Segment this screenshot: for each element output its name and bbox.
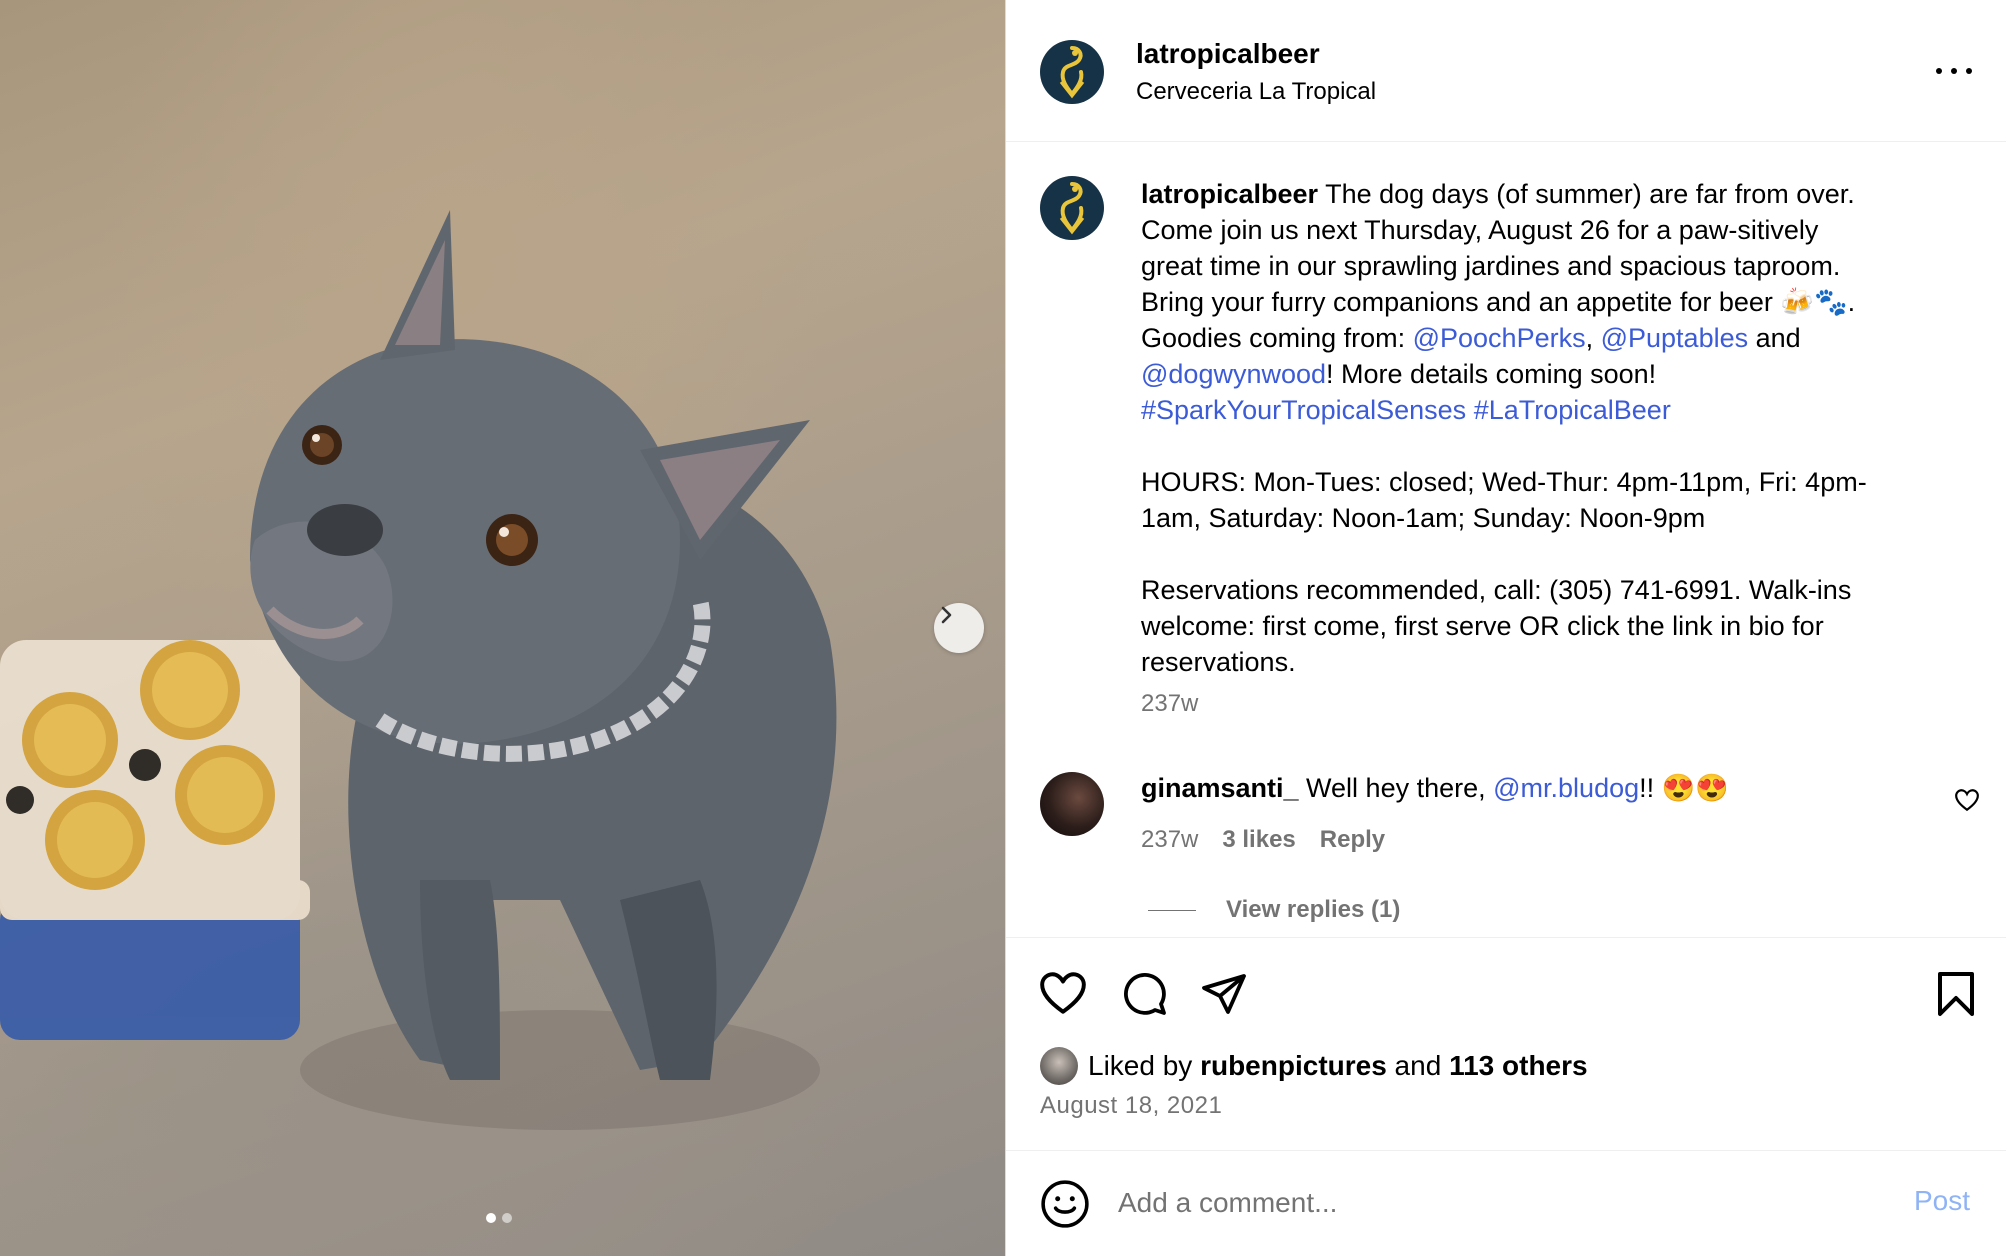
caption-avatar[interactable] [1040, 176, 1104, 240]
view-replies-button[interactable]: View replies (1) [1148, 896, 1400, 924]
like-button[interactable] [1038, 970, 1088, 1021]
comment-button[interactable] [1120, 970, 1168, 1023]
post-header: latropicalbeer Cerveceria La Tropical [1006, 0, 2006, 142]
comment-input[interactable] [1118, 1181, 1878, 1225]
account-avatar[interactable] [1040, 40, 1104, 104]
liker-avatar[interactable] [1040, 1047, 1078, 1085]
flamingo-logo-icon [1059, 46, 1085, 99]
flamingo-logo-icon [1059, 182, 1085, 235]
post-actions: Liked by rubenpictures and 113 others Au… [1006, 937, 2006, 1150]
liker-username[interactable]: rubenpictures [1200, 1050, 1387, 1081]
carousel-dot-2 [502, 1213, 512, 1223]
beer-cans [0, 640, 310, 1040]
header-username[interactable]: latropicalbeer [1136, 38, 1320, 70]
commenter-avatar[interactable] [1040, 772, 1104, 836]
likes-others-link[interactable]: 113 others [1449, 1050, 1588, 1081]
comment-like-button[interactable] [1954, 788, 1980, 817]
mention-dogwynwood[interactable]: @dogwynwood [1141, 359, 1326, 389]
heart-icon [1040, 972, 1086, 1014]
mention-mr-bludog[interactable]: @mr.bludog [1493, 773, 1639, 803]
carousel-dot-1 [486, 1213, 496, 1223]
mention-puptables[interactable]: @Puptables [1601, 323, 1749, 353]
share-icon [1202, 974, 1246, 1014]
reply-button[interactable]: Reply [1320, 826, 1385, 854]
caption-username[interactable]: latropicalbeer [1141, 179, 1318, 209]
header-location[interactable]: Cerveceria La Tropical [1136, 78, 1376, 106]
chevron-right-icon [941, 606, 952, 624]
heart-icon [1955, 789, 1979, 812]
comment-likes[interactable]: 3 likes [1222, 826, 1295, 854]
post-photo[interactable] [0, 0, 1005, 1256]
more-options-button[interactable] [1932, 56, 1976, 86]
caption-timestamp[interactable]: 237w [1141, 690, 1198, 718]
more-icon [1936, 68, 1942, 74]
post-comment-button[interactable]: Post [1914, 1185, 1970, 1217]
dog-photo-illustration [0, 210, 837, 1130]
hashtag-latropicalbeer[interactable]: #LaTropicalBeer [1474, 395, 1671, 425]
comments-section[interactable]: latropicalbeer The dog days (of summer) … [1006, 142, 2006, 937]
dog [250, 210, 837, 1080]
comment-icon [1124, 973, 1166, 1015]
bookmark-icon [1938, 972, 1974, 1016]
emoji-button[interactable] [1040, 1179, 1090, 1234]
post-panel: latropicalbeer Cerveceria La Tropical la… [1005, 0, 2006, 1256]
commenter-username[interactable]: ginamsanti_ [1141, 773, 1299, 803]
carousel-indicator [486, 1213, 512, 1223]
next-photo-button[interactable] [934, 603, 984, 653]
mention-poochperks[interactable]: @PoochPerks [1413, 323, 1586, 353]
comment-meta: 237w 3 likes Reply [1141, 826, 1385, 854]
add-comment-bar: Post [1006, 1150, 2006, 1256]
save-button[interactable] [1934, 970, 1978, 1023]
likes-summary: Liked by rubenpictures and 113 others [1040, 1047, 1588, 1085]
post-date[interactable]: August 18, 2021 [1040, 1092, 1222, 1120]
comment-body: ginamsanti_ Well hey there, @mr.bludog!!… [1141, 773, 1729, 803]
emoji-icon [1041, 1180, 1089, 1228]
hashtag-sparkyourtropicalsenses[interactable]: #SparkYourTropicalSenses [1141, 395, 1466, 425]
post-caption: latropicalbeer The dog days (of summer) … [1141, 179, 1867, 677]
share-button[interactable] [1200, 970, 1248, 1023]
comment-timestamp[interactable]: 237w [1141, 826, 1198, 854]
